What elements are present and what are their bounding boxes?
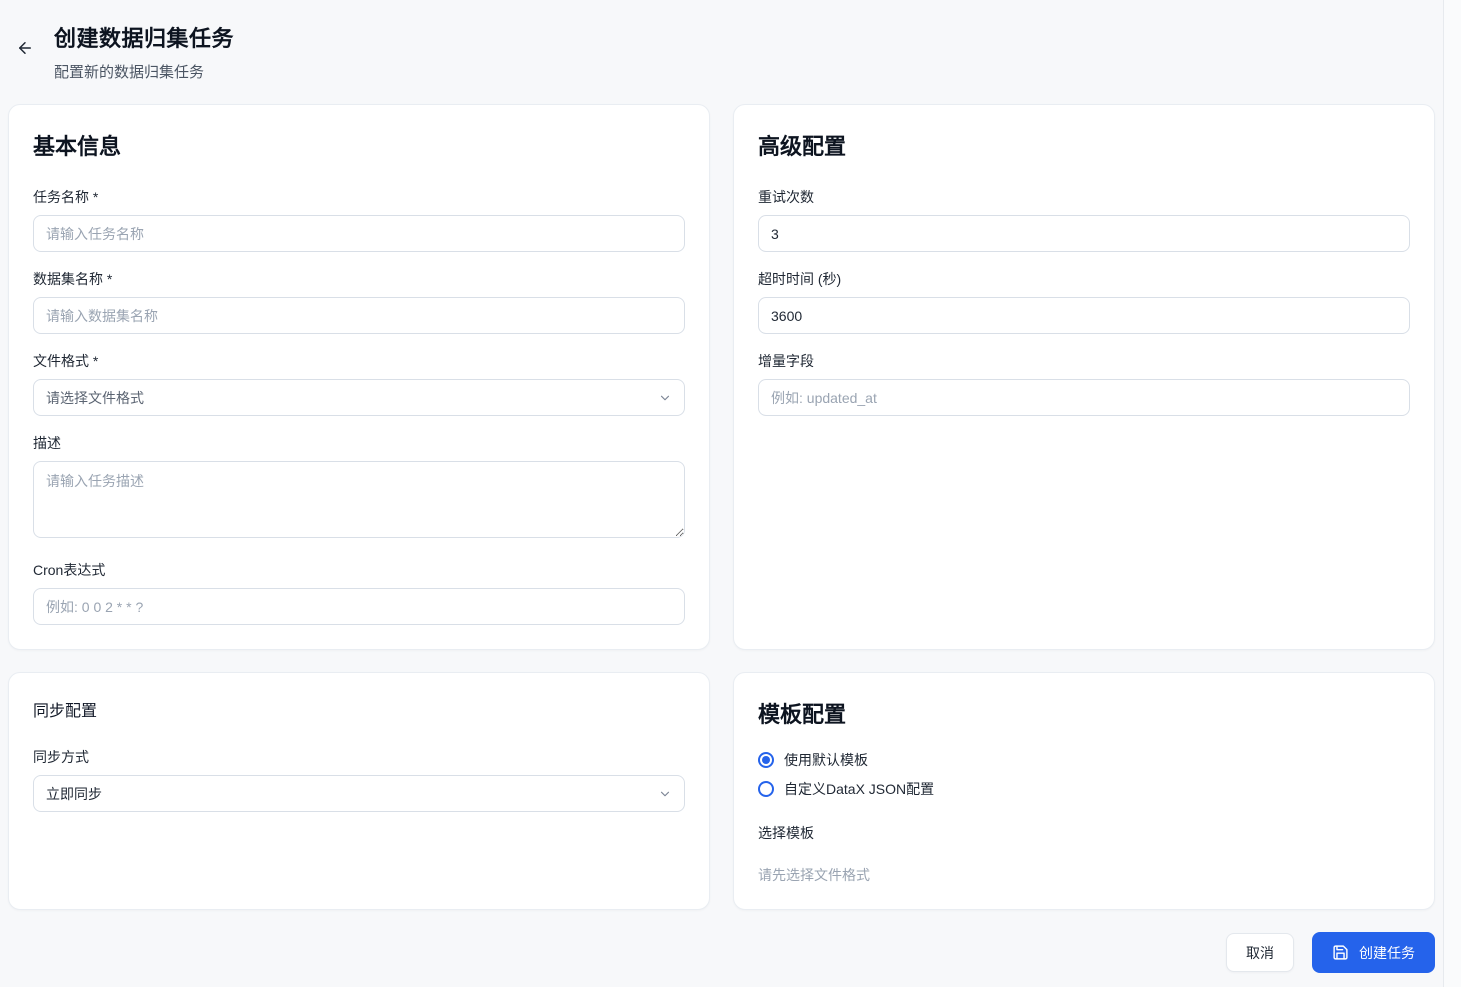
incremental-field-group: 增量字段 [758, 351, 1410, 416]
page-subtitle: 配置新的数据归集任务 [54, 61, 234, 82]
task-name-label: 任务名称 * [33, 187, 685, 207]
incremental-field-input[interactable] [758, 379, 1410, 416]
task-name-field-group: 任务名称 * [33, 187, 685, 252]
radio-custom-datax-label: 自定义DataX JSON配置 [784, 779, 934, 799]
advanced-config-title: 高级配置 [758, 129, 1410, 161]
radio-default-template-label: 使用默认模板 [784, 750, 868, 770]
sync-mode-select-value: 立即同步 [46, 784, 102, 804]
sync-mode-field-group: 同步方式 立即同步 [33, 747, 685, 812]
cron-label: Cron表达式 [33, 560, 685, 580]
radio-custom-datax[interactable]: 自定义DataX JSON配置 [758, 779, 1410, 799]
page-title: 创建数据归集任务 [54, 21, 234, 53]
create-task-button-label: 创建任务 [1359, 943, 1415, 963]
advanced-config-card: 高级配置 重试次数 超时时间 (秒) 增量字段 [733, 104, 1435, 650]
page-header: 创建数据归集任务 配置新的数据归集任务 [8, 0, 1435, 82]
radio-selected-icon [758, 752, 774, 768]
basic-info-card: 基本信息 任务名称 * 数据集名称 * 文件格式 * 请选择文件格式 [8, 104, 710, 650]
select-template-hint: 请先选择文件格式 [758, 865, 1410, 885]
cron-input[interactable] [33, 588, 685, 625]
template-config-card: 模板配置 使用默认模板 自定义DataX JSON配置 选择模板 请先选择文件格… [733, 672, 1435, 910]
timeout-label: 超时时间 (秒) [758, 269, 1410, 289]
retry-count-field-group: 重试次数 [758, 187, 1410, 252]
template-config-title: 模板配置 [758, 697, 1410, 729]
footer-actions: 取消 创建任务 [8, 932, 1435, 973]
arrow-left-icon [16, 39, 34, 57]
file-format-select[interactable]: 请选择文件格式 [33, 379, 685, 416]
file-format-select-value: 请选择文件格式 [46, 388, 144, 408]
description-field-group: 描述 [33, 433, 685, 543]
description-label: 描述 [33, 433, 685, 453]
cron-field-group: Cron表达式 [33, 560, 685, 625]
incremental-field-label: 增量字段 [758, 351, 1410, 371]
select-template-label: 选择模板 [758, 823, 1410, 843]
retry-count-input[interactable] [758, 215, 1410, 252]
description-textarea[interactable] [33, 461, 685, 538]
sync-config-title: 同步配置 [33, 697, 685, 721]
create-task-button[interactable]: 创建任务 [1312, 932, 1435, 973]
back-button[interactable] [8, 31, 42, 65]
cards-grid: 基本信息 任务名称 * 数据集名称 * 文件格式 * 请选择文件格式 [8, 104, 1435, 910]
timeout-field-group: 超时时间 (秒) [758, 269, 1410, 334]
chevron-down-icon [658, 787, 672, 801]
title-block: 创建数据归集任务 配置新的数据归集任务 [54, 21, 234, 82]
page: 创建数据归集任务 配置新的数据归集任务 基本信息 任务名称 * 数据集名称 * … [0, 0, 1461, 973]
radio-unselected-icon [758, 781, 774, 797]
sync-config-card: 同步配置 同步方式 立即同步 [8, 672, 710, 910]
file-format-field-group: 文件格式 * 请选择文件格式 [33, 351, 685, 416]
timeout-input[interactable] [758, 297, 1410, 334]
sync-mode-select[interactable]: 立即同步 [33, 775, 685, 812]
scrollbar-track[interactable] [1443, 0, 1461, 987]
sync-mode-label: 同步方式 [33, 747, 685, 767]
save-icon [1332, 944, 1349, 961]
chevron-down-icon [658, 391, 672, 405]
dataset-name-input[interactable] [33, 297, 685, 334]
file-format-label: 文件格式 * [33, 351, 685, 371]
dataset-name-label: 数据集名称 * [33, 269, 685, 289]
radio-default-template[interactable]: 使用默认模板 [758, 750, 1410, 770]
cancel-button[interactable]: 取消 [1226, 933, 1294, 972]
basic-info-title: 基本信息 [33, 129, 685, 161]
dataset-name-field-group: 数据集名称 * [33, 269, 685, 334]
task-name-input[interactable] [33, 215, 685, 252]
retry-count-label: 重试次数 [758, 187, 1410, 207]
